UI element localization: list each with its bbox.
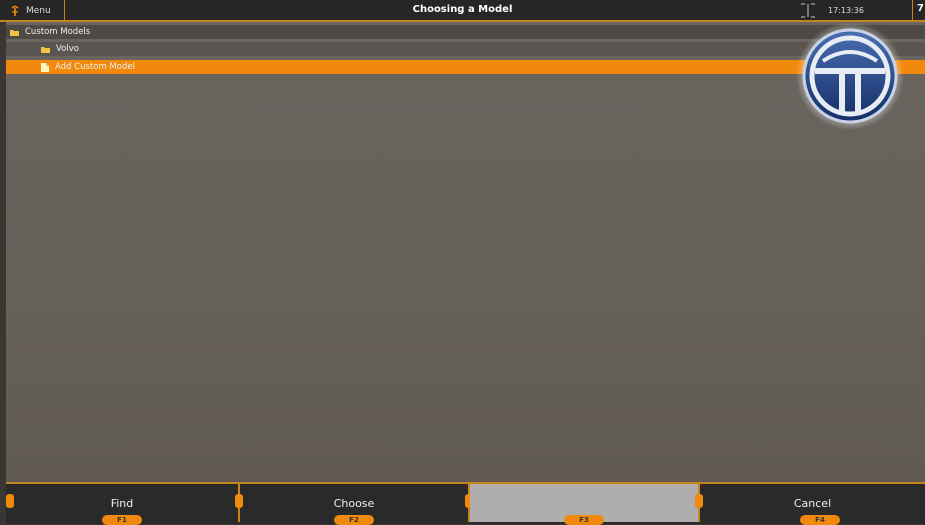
header-divider-right [912, 0, 913, 20]
brand-logo [796, 22, 904, 130]
menu-icon [11, 5, 19, 16]
header-divider [64, 0, 65, 20]
find-button-label: Find [110, 496, 134, 510]
cancel-button[interactable]: Cancel F4 [700, 484, 925, 525]
choose-button[interactable]: Choose F2 [240, 484, 468, 525]
folder-icon [10, 29, 19, 36]
tree-item-volvo[interactable]: Volvo [6, 42, 925, 56]
tree-item-label: Volvo [56, 44, 79, 54]
menu-button[interactable]: Menu [10, 3, 51, 19]
corner-indicator: 7 [917, 3, 924, 14]
menu-label: Menu [26, 6, 51, 16]
tree-item-custom-models[interactable]: Custom Models [6, 25, 925, 39]
new-document-icon [41, 62, 49, 72]
clock: 17:13:36 [828, 6, 864, 15]
function-key-bar: Find F1 Choose F2 F3 Cancel F4 [6, 482, 925, 525]
folder-icon [41, 46, 50, 53]
page-title: Choosing a Model [412, 4, 513, 15]
find-button[interactable]: Find F1 [6, 484, 238, 525]
top-bar: Menu Choosing a Model 17:13:36 7 [0, 0, 925, 22]
f3-button[interactable]: F3 [470, 484, 698, 525]
lift-icon [801, 3, 815, 18]
tree-item-label: Add Custom Model [55, 62, 135, 72]
choose-button-label: Choose [333, 496, 375, 510]
tree-item-label: Custom Models [25, 27, 91, 37]
divider-knob [6, 494, 14, 508]
cancel-button-label: Cancel [793, 496, 832, 510]
tree-item-add-custom-model[interactable]: Add Custom Model [6, 60, 925, 74]
model-tree-panel: Custom Models Volvo Add Custom Model [6, 22, 925, 482]
